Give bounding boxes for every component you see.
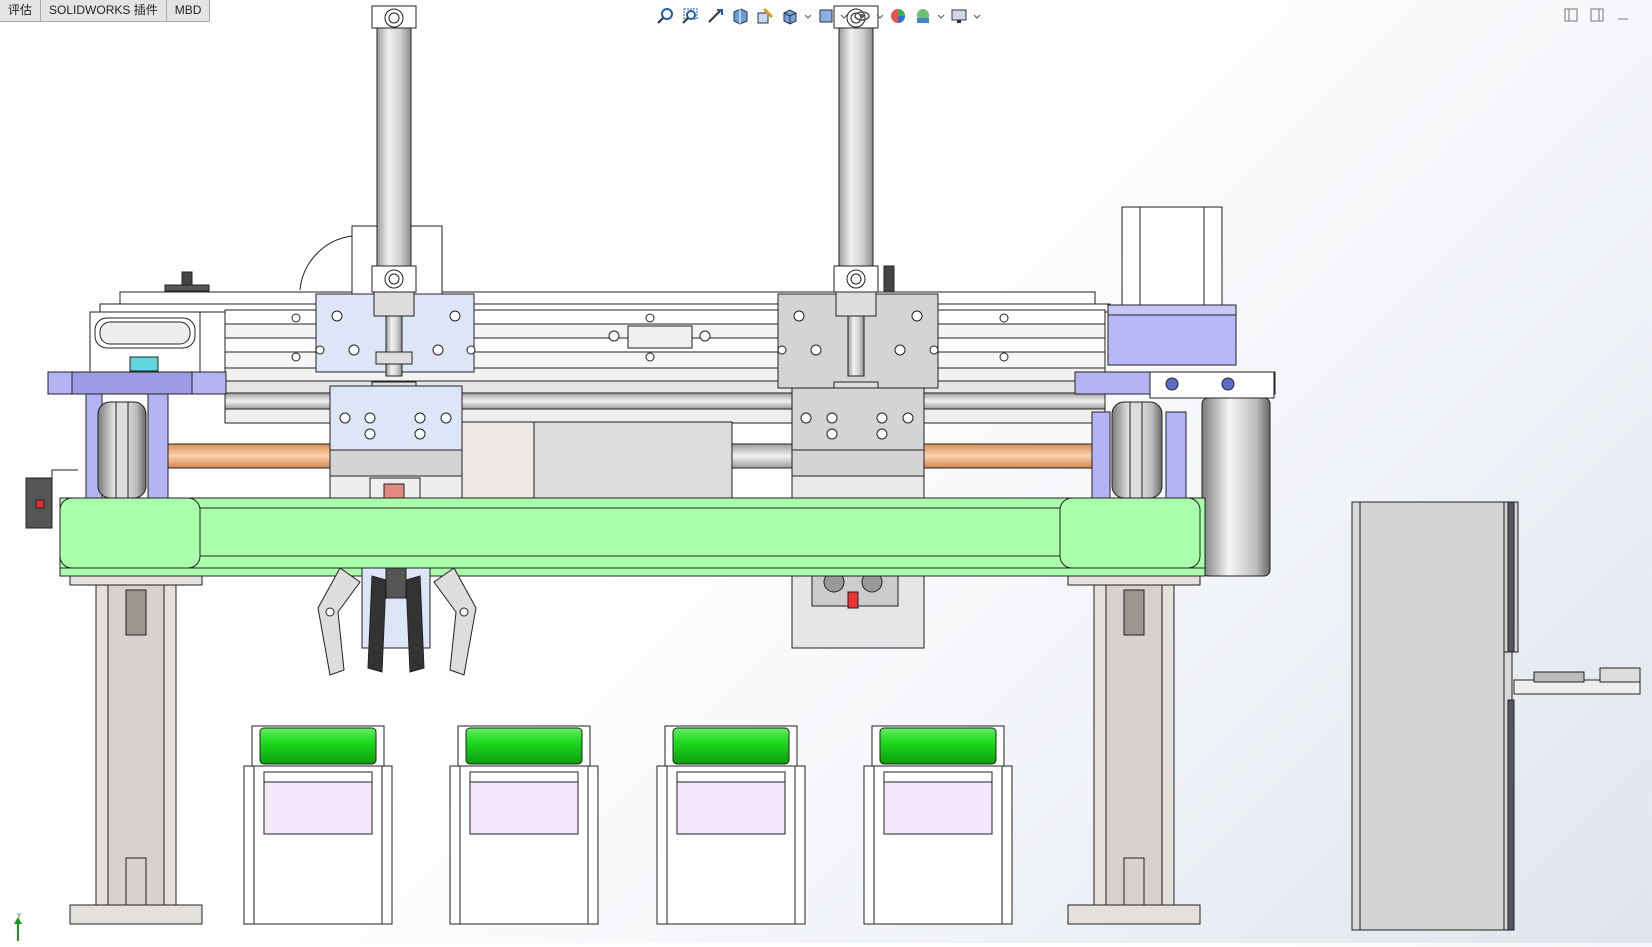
roller-station-4 — [863, 725, 1013, 925]
zoom-to-fit-icon[interactable] — [654, 5, 676, 27]
heads-up-view-toolbar — [654, 4, 981, 28]
edit-appearance-icon[interactable] — [887, 5, 909, 27]
command-manager-tabs: 评估 SOLIDWORKS 插件 MBD — [0, 0, 211, 22]
display-style-icon[interactable] — [815, 5, 837, 27]
roller-station-2 — [449, 725, 599, 925]
view-orientation-icon[interactable] — [779, 5, 801, 27]
apply-scene-icon[interactable] — [912, 5, 934, 27]
minimize-icon[interactable] — [1614, 6, 1632, 24]
dynamic-annotation-icon[interactable] — [754, 5, 776, 27]
roller-station-3 — [656, 725, 806, 925]
section-view-icon[interactable] — [729, 5, 751, 27]
hide-show-items-icon[interactable] — [851, 5, 873, 27]
restore-right-icon[interactable] — [1588, 6, 1606, 24]
view-settings-icon[interactable] — [948, 5, 970, 27]
gripper-fingers — [317, 567, 477, 676]
left-column — [69, 569, 203, 925]
machine-model-drawing — [25, 5, 1641, 931]
reference-triad: Y — [8, 912, 32, 942]
display-style-dropdown-icon[interactable] — [840, 5, 848, 27]
view-orientation-dropdown-icon[interactable] — [804, 5, 812, 27]
previous-view-icon[interactable] — [704, 5, 726, 27]
roller-station-1 — [243, 725, 393, 925]
left-carriage — [315, 5, 476, 499]
hide-show-dropdown-icon[interactable] — [876, 5, 884, 27]
center-block — [461, 421, 733, 503]
motor-box-right — [1107, 206, 1237, 366]
left-belt-housing — [89, 271, 210, 375]
graphics-viewport[interactable] — [0, 0, 1652, 943]
window-controls — [1562, 6, 1632, 24]
tab-mbd[interactable]: MBD — [166, 0, 211, 22]
zoom-to-area-icon[interactable] — [679, 5, 701, 27]
triad-y-label: Y — [16, 912, 22, 920]
apply-scene-dropdown-icon[interactable] — [937, 5, 945, 27]
view-settings-dropdown-icon[interactable] — [973, 5, 981, 27]
top-rail — [99, 291, 1111, 424]
motor-box-left — [299, 225, 443, 297]
tab-evaluate[interactable]: 评估 — [0, 0, 42, 22]
right-column — [1067, 569, 1201, 925]
green-beam — [59, 497, 1206, 577]
tab-solidworks-addins[interactable]: SOLIDWORKS 插件 — [41, 0, 167, 22]
restore-left-icon[interactable] — [1562, 6, 1580, 24]
side-cabinet — [1351, 501, 1641, 931]
